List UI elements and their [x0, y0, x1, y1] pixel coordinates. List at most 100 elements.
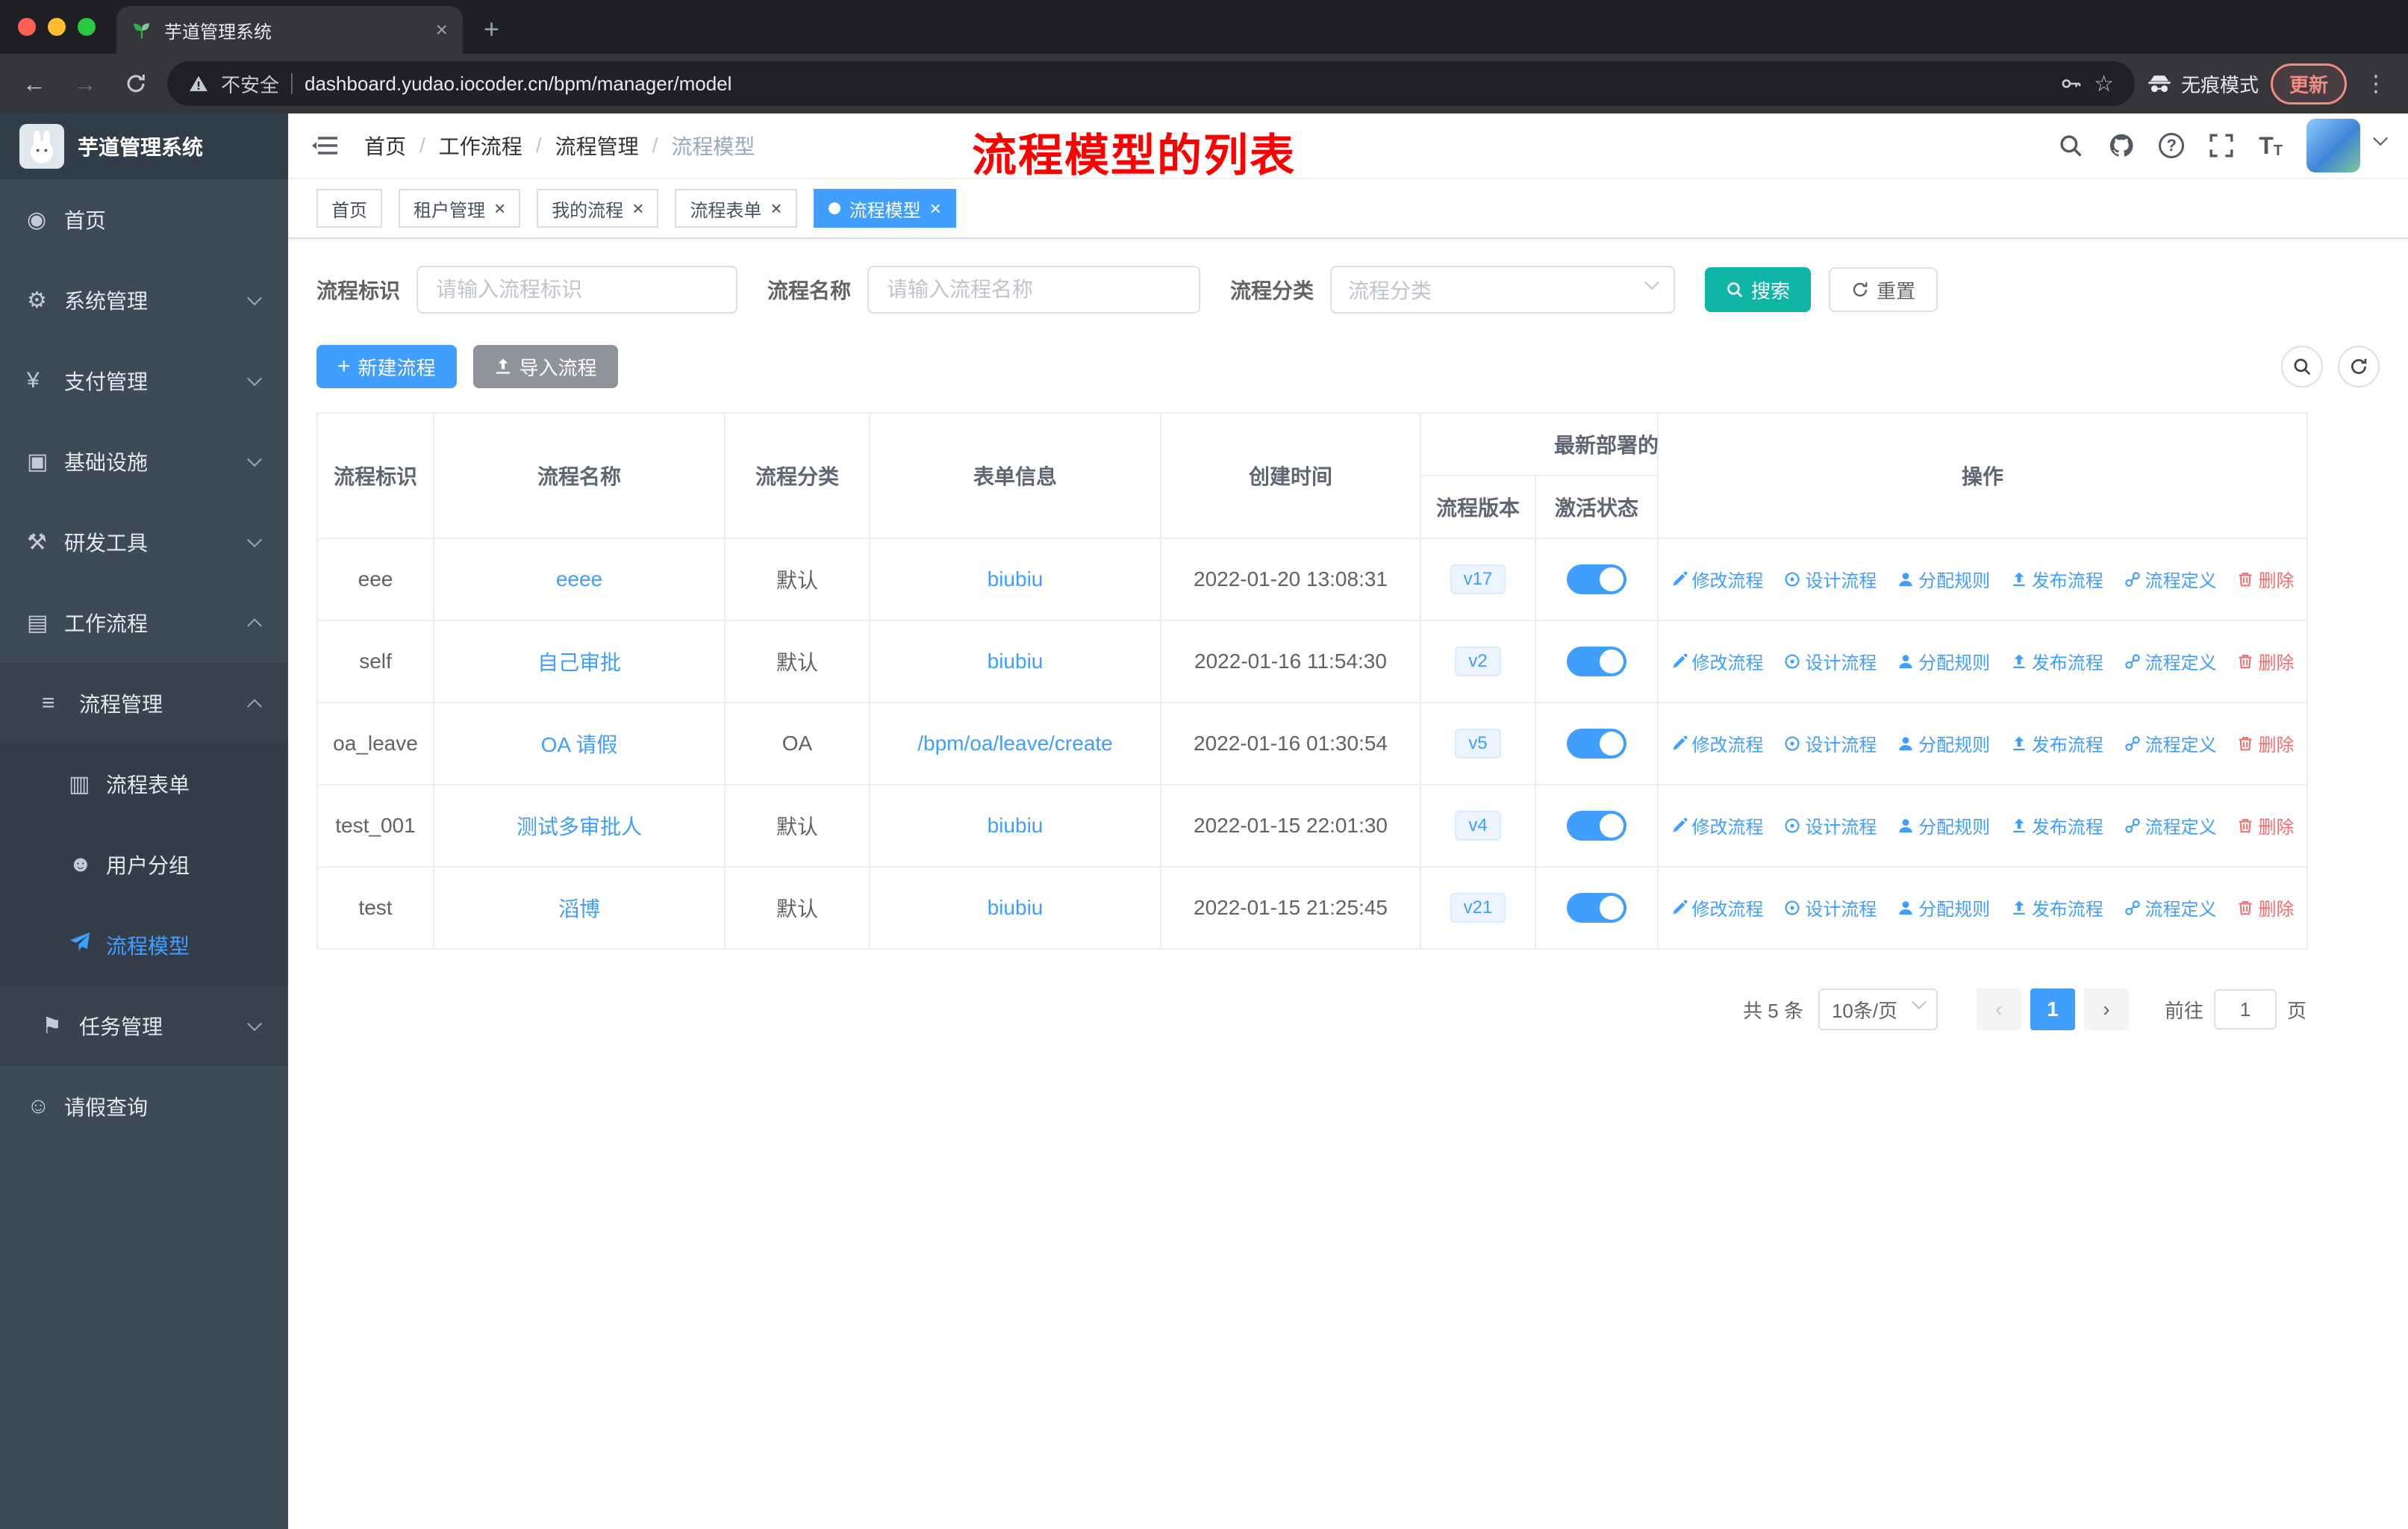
refresh-table-button[interactable] [2338, 346, 2380, 387]
reset-button[interactable]: 重置 [1829, 267, 1938, 312]
form-info-link[interactable]: biubiu [988, 896, 1044, 919]
help-icon[interactable]: ? [2159, 133, 2185, 158]
address-bar[interactable]: 不安全 dashboard.yudao.iocoder.cn/bpm/manag… [167, 61, 2135, 106]
active-toggle[interactable] [1567, 729, 1626, 759]
browser-tab[interactable]: 芋道管理系统 × [116, 6, 463, 54]
import-process-button[interactable]: 导入流程 [472, 345, 618, 388]
active-toggle[interactable] [1567, 647, 1626, 676]
process-definition-link[interactable]: 流程定义 [2124, 566, 2217, 592]
create-process-button[interactable]: + 新建流程 [316, 345, 457, 388]
modify-process-link[interactable]: 修改流程 [1671, 648, 1764, 674]
new-tab-button[interactable]: + [484, 13, 499, 45]
assign-rule-link[interactable]: 分配规则 [1897, 566, 1990, 592]
sidebar-item-user-group[interactable]: ☻ 用户分组 [0, 824, 288, 905]
password-key-icon[interactable] [2059, 72, 2082, 95]
delete-link[interactable]: 删除 [2237, 566, 2294, 592]
delete-link[interactable]: 删除 [2237, 730, 2294, 756]
process-name-input[interactable] [867, 266, 1201, 314]
assign-rule-link[interactable]: 分配规则 [1897, 812, 1990, 838]
close-icon[interactable]: × [632, 199, 643, 218]
breadcrumb-process-management[interactable]: 流程管理 [555, 131, 639, 161]
bookmark-star-icon[interactable]: ☆ [2094, 71, 2114, 97]
active-toggle[interactable] [1567, 564, 1626, 594]
form-info-link[interactable]: biubiu [988, 814, 1044, 837]
form-info-link[interactable]: biubiu [988, 567, 1044, 591]
process-category-select[interactable]: 流程分类 [1330, 266, 1676, 314]
browser-menu-icon[interactable]: ⋮ [2359, 71, 2393, 97]
sidebar-item-process-management[interactable]: ≡ 流程管理 [0, 663, 288, 744]
tab-close-icon[interactable]: × [436, 18, 448, 42]
sidebar-item-task-management[interactable]: ⚑ 任务管理 [0, 985, 288, 1066]
breadcrumb-workflow[interactable]: 工作流程 [439, 131, 523, 161]
publish-process-link[interactable]: 发布流程 [2011, 730, 2103, 756]
modify-process-link[interactable]: 修改流程 [1671, 812, 1764, 838]
delete-link[interactable]: 删除 [2237, 648, 2294, 674]
process-id-input[interactable] [417, 266, 738, 314]
avatar[interactable] [2306, 119, 2360, 172]
sidebar-item-system[interactable]: ⚙ 系统管理 [0, 260, 288, 340]
sidebar-item-payment[interactable]: ¥ 支付管理 [0, 340, 288, 421]
form-info-link[interactable]: /bpm/oa/leave/create [917, 732, 1113, 755]
active-toggle[interactable] [1567, 893, 1626, 923]
tag-my-process[interactable]: 我的流程 × [537, 189, 659, 228]
publish-process-link[interactable]: 发布流程 [2011, 566, 2103, 592]
tag-process-model[interactable]: 流程模型 × [813, 189, 956, 228]
breadcrumb-home[interactable]: 首页 [364, 131, 406, 161]
assign-rule-link[interactable]: 分配规则 [1897, 730, 1990, 756]
sidebar-item-process-form[interactable]: ▥ 流程表单 [0, 744, 288, 824]
forward-button[interactable]: → [66, 64, 105, 103]
github-icon[interactable] [2108, 132, 2135, 159]
process-definition-link[interactable]: 流程定义 [2124, 648, 2217, 674]
process-name-link[interactable]: 自己审批 [537, 651, 621, 674]
modify-process-link[interactable]: 修改流程 [1671, 894, 1764, 921]
assign-rule-link[interactable]: 分配规则 [1897, 894, 1990, 921]
search-icon[interactable] [2057, 132, 2084, 159]
assign-rule-link[interactable]: 分配规则 [1897, 648, 1990, 674]
process-definition-link[interactable]: 流程定义 [2124, 812, 2217, 838]
fullscreen-icon[interactable] [2208, 132, 2235, 159]
back-button[interactable]: ← [15, 64, 54, 103]
search-button[interactable]: 搜索 [1705, 267, 1812, 312]
design-process-link[interactable]: 设计流程 [1784, 566, 1877, 592]
delete-link[interactable]: 删除 [2237, 894, 2294, 921]
process-name-link[interactable]: 滔博 [558, 897, 600, 921]
process-definition-link[interactable]: 流程定义 [2124, 894, 2217, 921]
sidebar-item-workflow[interactable]: ▤ 工作流程 [0, 582, 288, 663]
close-icon[interactable]: × [770, 199, 782, 218]
publish-process-link[interactable]: 发布流程 [2011, 894, 2103, 921]
publish-process-link[interactable]: 发布流程 [2011, 812, 2103, 838]
sidebar-item-leave-query[interactable]: ☺ 请假查询 [0, 1066, 288, 1147]
process-definition-link[interactable]: 流程定义 [2124, 730, 2217, 756]
modify-process-link[interactable]: 修改流程 [1671, 730, 1764, 756]
delete-link[interactable]: 删除 [2237, 812, 2294, 838]
tag-process-form[interactable]: 流程表单 × [675, 189, 797, 228]
page-size-select[interactable]: 10条/页 [1818, 988, 1938, 1030]
toggle-search-button[interactable] [2281, 346, 2323, 387]
tag-tenant[interactable]: 租户管理 × [399, 189, 521, 228]
hamburger-icon[interactable] [311, 131, 340, 161]
page-1-button[interactable]: 1 [2030, 988, 2075, 1030]
publish-process-link[interactable]: 发布流程 [2011, 648, 2103, 674]
process-name-link[interactable]: OA 请假 [541, 733, 618, 756]
next-page-button[interactable]: › [2083, 988, 2129, 1030]
modify-process-link[interactable]: 修改流程 [1671, 566, 1764, 592]
sidebar-item-process-model[interactable]: 流程模型 [0, 905, 288, 985]
sidebar-item-devtools[interactable]: ⚒ 研发工具 [0, 502, 288, 582]
design-process-link[interactable]: 设计流程 [1784, 730, 1877, 756]
sidebar-item-home[interactable]: ◉ 首页 [0, 179, 288, 260]
close-icon[interactable]: × [494, 199, 505, 218]
process-name-link[interactable]: eeee [556, 567, 602, 591]
active-toggle[interactable] [1567, 811, 1626, 841]
update-button[interactable]: 更新 [2270, 63, 2347, 105]
minimize-window-button[interactable] [48, 18, 66, 36]
form-info-link[interactable]: biubiu [988, 650, 1044, 673]
design-process-link[interactable]: 设计流程 [1784, 894, 1877, 921]
zoom-window-button[interactable] [78, 18, 96, 36]
reload-button[interactable] [116, 64, 155, 103]
goto-page-input[interactable] [2213, 989, 2277, 1030]
process-name-link[interactable]: 测试多审批人 [517, 815, 642, 838]
sidebar-item-infrastructure[interactable]: ▣ 基础设施 [0, 421, 288, 502]
prev-page-button[interactable]: ‹ [1976, 988, 2021, 1030]
close-icon[interactable]: × [930, 199, 941, 218]
design-process-link[interactable]: 设计流程 [1784, 648, 1877, 674]
